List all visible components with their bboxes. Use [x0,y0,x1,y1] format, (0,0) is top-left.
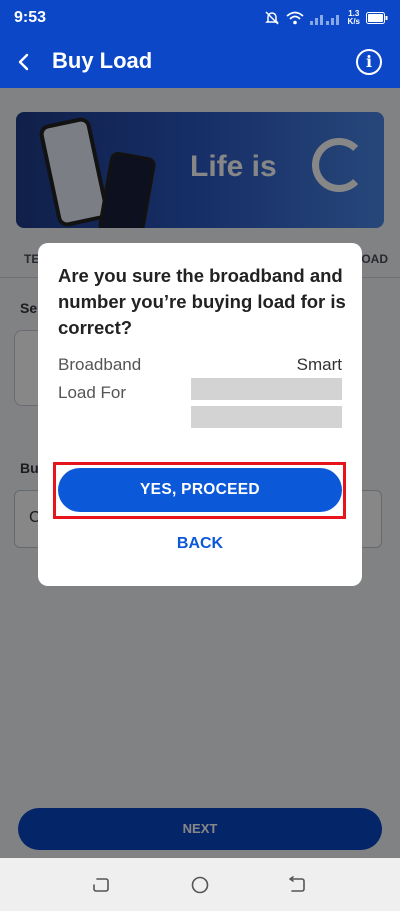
system-nav-bar [0,858,400,911]
mute-bell-icon [264,11,279,25]
signal-icon [309,15,339,25]
battery-icon [366,12,388,24]
redacted-number-2 [191,406,342,428]
app-bar: Buy Load i [0,36,400,88]
load-for-label: Load For [58,383,127,402]
status-time: 9:53 [14,9,47,26]
redacted-number-1 [191,378,342,400]
back-nav-icon[interactable] [288,876,306,894]
status-icons: 1.3 K/s [264,7,388,29]
yes-proceed-button[interactable]: YES, PROCEED [58,468,342,512]
network-speed: 1.3 K/s [348,10,360,26]
info-icon[interactable]: i [356,49,382,75]
back-arrow-icon[interactable] [12,49,38,75]
broadband-value: Smart [296,355,342,374]
recent-apps-icon[interactable] [92,876,110,894]
home-icon[interactable] [191,876,209,894]
back-button[interactable]: BACK [38,535,362,553]
broadband-label: Broadband [58,355,142,374]
speed-unit: K/s [347,17,360,26]
wifi-icon [285,11,304,25]
page-title: Buy Load [52,48,153,73]
dialog-title: Are you sure the broadband and number yo… [58,265,346,338]
status-bar: 9:53 1.3 K/s [0,0,400,36]
confirm-dialog: Are you sure the broadband and number yo… [38,243,362,586]
